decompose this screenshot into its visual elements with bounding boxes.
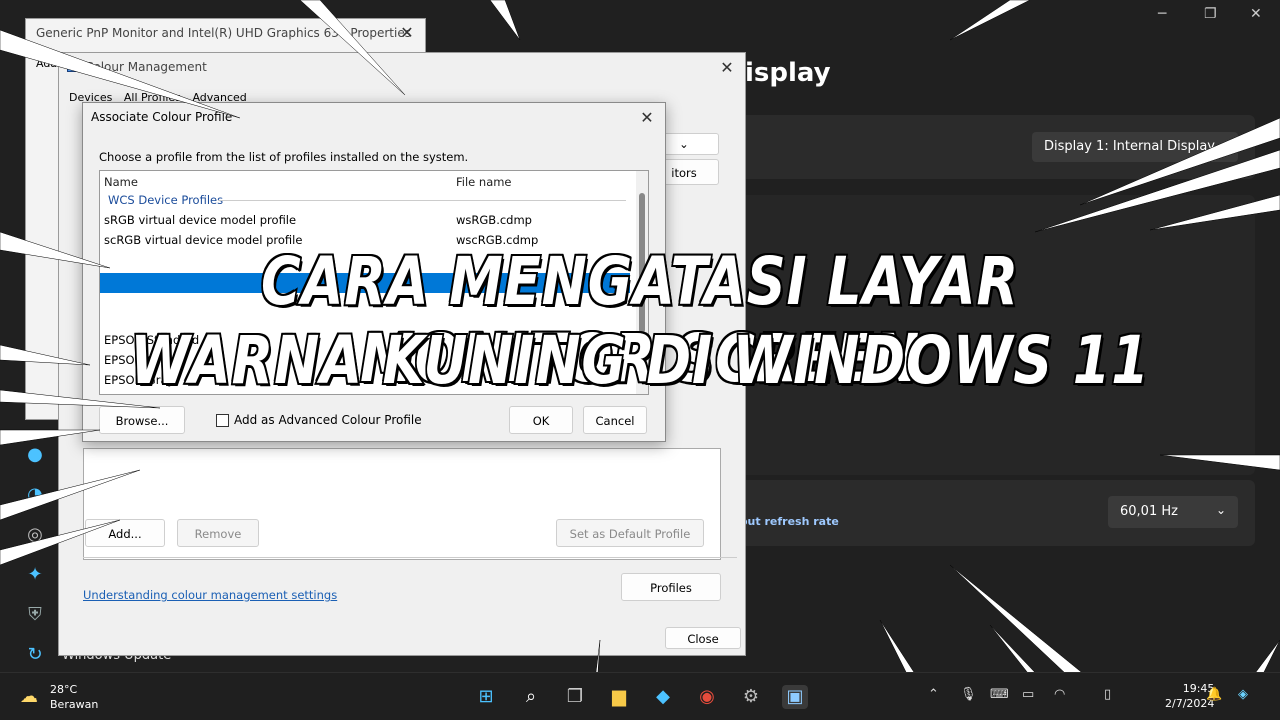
microphone-icon[interactable]: 🎙 (960, 687, 977, 702)
close-icon[interactable]: ✕ (397, 23, 417, 42)
divider (83, 557, 737, 558)
settings-gear-icon[interactable]: ⚙ (738, 685, 764, 709)
list-item[interactable]: sRGB virtual device model profile (104, 213, 296, 227)
close-icon[interactable]: ✕ (1250, 6, 1262, 22)
add-button[interactable]: Add... (85, 519, 165, 547)
adapter-tab[interactable]: Ada (36, 57, 57, 70)
temperature: 28°C (50, 683, 78, 696)
gaming-nav-icon[interactable]: ◎ (20, 520, 50, 550)
remove-button[interactable]: Remove (177, 519, 259, 547)
headline-line-2: WARNA KUNING DI WINDOWS 11 (129, 320, 1151, 401)
associate-dialog-title: Associate Colour Profile (91, 110, 233, 124)
colour-management-title: Colour Management (85, 60, 207, 74)
colour-management-icon (67, 60, 79, 72)
settings-page-title: isplay (745, 58, 831, 88)
start-icon[interactable]: ⊞ (473, 685, 499, 709)
checkbox-label: Add as Advanced Colour Profile (234, 413, 422, 427)
notification-bell-icon[interactable]: 🔔 (1206, 687, 1222, 702)
wifi-icon[interactable]: ◠ (1054, 687, 1065, 702)
list-item-file[interactable]: wsRGB.cdmp (456, 213, 532, 227)
close-icon[interactable]: ✕ (717, 58, 737, 77)
file-explorer-icon[interactable]: ▆ (606, 685, 632, 709)
time-language-nav-icon[interactable]: ◔ (20, 480, 50, 510)
colour-management-help-link[interactable]: Understanding colour management settings (83, 588, 337, 602)
refresh-rate-select[interactable]: 60,01 Hz ⌄ (1108, 496, 1238, 528)
checkbox-box[interactable] (216, 413, 229, 427)
display-select[interactable]: Display 1: Internal Display (1032, 132, 1238, 162)
group-divider (218, 200, 626, 201)
set-default-profile-button[interactable]: Set as Default Profile (556, 519, 704, 547)
instruction-text: Choose a profile from the list of profil… (99, 150, 469, 164)
accounts-nav-icon[interactable]: ● (20, 440, 50, 470)
maximize-icon[interactable]: ❐ (1204, 6, 1217, 22)
advanced-profile-checkbox[interactable]: Add as Advanced Colour Profile (216, 413, 422, 427)
task-view-icon[interactable]: ❐ (562, 685, 588, 709)
accessibility-nav-icon[interactable]: ✦ (20, 560, 50, 590)
group-header: WCS Device Profiles (108, 193, 224, 207)
taskbar: ☁ 28°C Berawan ⊞ ⌕ ❐ ▆ ◆ ◉ ⚙ ▣ ⌃ 🎙 ⌨ ▭ ◠… (0, 672, 1280, 720)
colour-management-app-icon[interactable]: ▣ (782, 685, 808, 709)
store-icon[interactable]: ◆ (650, 685, 676, 709)
cancel-button[interactable]: Cancel (583, 406, 647, 434)
chrome-icon[interactable]: ◉ (694, 685, 720, 709)
close-icon[interactable]: ✕ (637, 108, 657, 127)
weather-cloud-icon[interactable]: ☁ (16, 685, 42, 709)
chevron-down-icon: ⌄ (1215, 503, 1226, 517)
refresh-rate-value: 60,01 Hz (1120, 504, 1178, 519)
browse-button[interactable]: Browse... (99, 406, 185, 434)
privacy-security-nav-icon[interactable]: ⛨ (20, 600, 50, 630)
profiles-button[interactable]: Profiles (621, 573, 721, 601)
refresh-rate-link[interactable]: out refresh rate (740, 515, 839, 528)
column-header-name[interactable]: Name (104, 175, 138, 189)
battery-icon[interactable]: ▯ (1104, 687, 1111, 702)
column-header-file[interactable]: File name (456, 175, 512, 189)
minimize-icon[interactable]: ─ (1158, 6, 1166, 22)
search-icon[interactable]: ⌕ (518, 685, 544, 709)
weather-widget[interactable]: 28°C Berawan (50, 682, 98, 712)
copilot-icon[interactable]: ◈ (1238, 687, 1248, 702)
display-icon[interactable]: ▭ (1022, 687, 1034, 702)
properties-title: Generic PnP Monitor and Intel(R) UHD Gra… (36, 26, 411, 40)
weather-condition: Berawan (50, 698, 99, 711)
close-button[interactable]: Close (665, 627, 741, 649)
keyboard-icon[interactable]: ⌨ (990, 687, 1009, 702)
chevron-down-icon: ⌄ (679, 137, 689, 151)
windows-update-nav-icon[interactable]: ↻ (20, 640, 50, 670)
chevron-up-icon[interactable]: ⌃ (928, 687, 939, 702)
ok-button[interactable]: OK (509, 406, 573, 434)
